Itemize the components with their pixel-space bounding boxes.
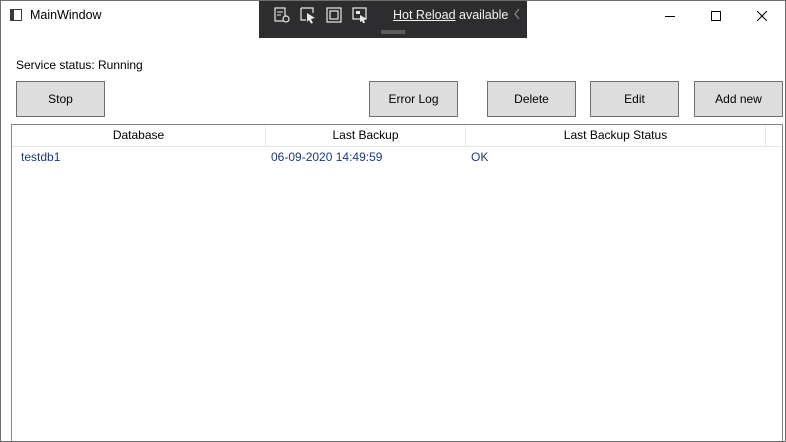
column-header-last-backup-status[interactable]: Last Backup Status xyxy=(466,125,766,146)
service-status-value: Running xyxy=(98,58,143,72)
stop-button[interactable]: Stop xyxy=(16,81,105,117)
window-title: MainWindow xyxy=(30,8,102,22)
column-header-database[interactable]: Database xyxy=(12,125,266,146)
maximize-button[interactable] xyxy=(693,1,739,31)
close-button[interactable] xyxy=(739,1,785,31)
edit-button[interactable]: Edit xyxy=(590,81,679,117)
hot-reload-status: Hot Reload available xyxy=(393,8,508,22)
cell-last-backup-status: OK xyxy=(471,150,489,164)
toolbar-grip-icon[interactable] xyxy=(381,30,405,34)
track-focus-icon[interactable] xyxy=(351,6,369,24)
delete-button[interactable]: Delete xyxy=(487,81,576,117)
column-header-last-backup[interactable]: Last Backup xyxy=(266,125,466,146)
service-status-label: Service status: xyxy=(16,58,95,72)
table-row[interactable]: testdb1 06-09-2020 14:49:59 OK xyxy=(12,147,782,167)
hot-reload-link[interactable]: Hot Reload xyxy=(393,8,456,22)
hot-reload-suffix: available xyxy=(459,8,509,22)
maximize-icon xyxy=(711,11,721,21)
add-new-button[interactable]: Add new xyxy=(694,81,783,117)
cell-last-backup: 06-09-2020 14:49:59 xyxy=(271,150,383,164)
app-window-icon xyxy=(10,9,22,21)
close-icon xyxy=(757,11,767,21)
list-header: Database Last Backup Last Backup Status xyxy=(12,125,782,147)
chevron-left-icon[interactable] xyxy=(513,7,521,21)
cell-database: testdb1 xyxy=(21,150,61,164)
minimize-icon xyxy=(665,16,675,17)
select-element-icon[interactable] xyxy=(299,6,317,24)
hot-reload-toolbar: Hot Reload available xyxy=(259,1,527,38)
error-log-button[interactable]: Error Log xyxy=(369,81,458,117)
backup-list-view[interactable]: Database Last Backup Last Backup Status … xyxy=(11,124,783,441)
display-layout-adorners-icon[interactable] xyxy=(325,6,343,24)
live-visual-tree-icon[interactable] xyxy=(273,6,291,24)
minimize-button[interactable] xyxy=(647,1,693,31)
main-window: MainWindow Hot Reload available Service … xyxy=(0,0,786,442)
